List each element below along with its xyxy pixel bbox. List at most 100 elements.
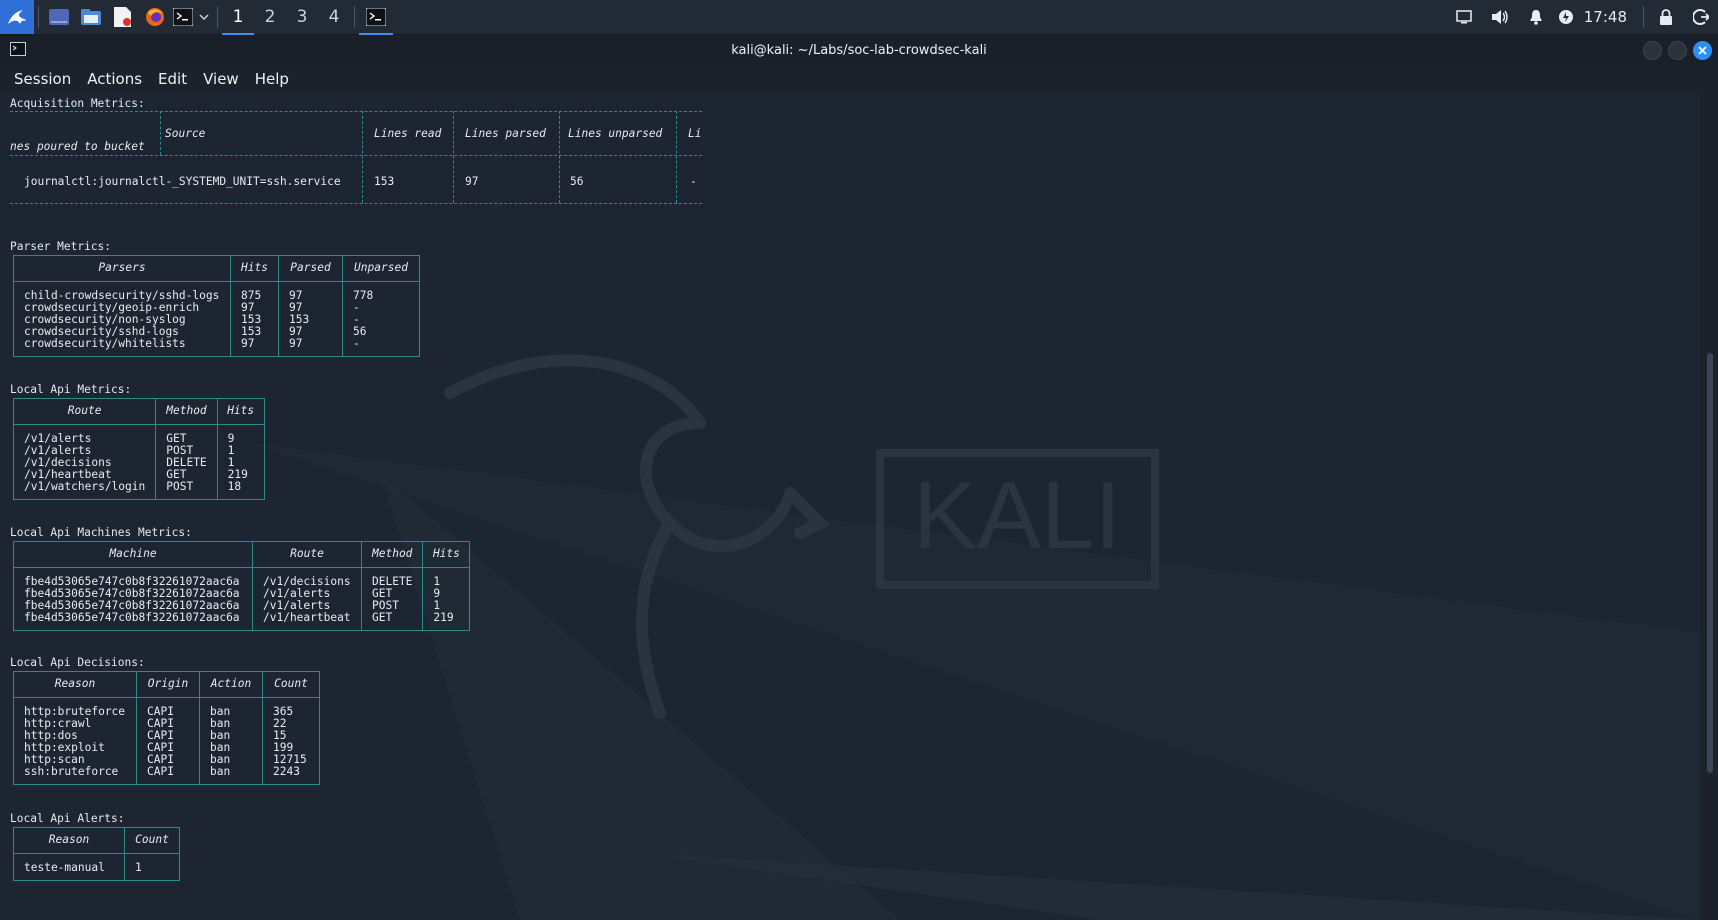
table-cell: CAPI <box>136 766 200 785</box>
table-cell: 219 <box>422 612 471 631</box>
acquisition-source-cell: journalctl:journalctl-_SYSTEMD_UNIT=ssh.… <box>24 175 341 188</box>
machines-heading: Local Api Machines Metrics: <box>10 526 192 539</box>
table-border <box>362 111 363 203</box>
wallpaper: KALI <box>250 354 1700 920</box>
acquisition-header-clipped: Li <box>688 127 702 140</box>
close-icon <box>1698 46 1707 55</box>
table-cell: /v1/watchers/login <box>12 481 157 500</box>
table-cell: 1 <box>124 853 180 881</box>
machines-header-route: Route <box>252 541 362 568</box>
alerts-heading: Local Api Alerts: <box>10 812 125 825</box>
terminal-output[interactable]: KALI Acquisition Metrics: Source Lines r… <box>0 93 1700 920</box>
chevron-down-icon[interactable] <box>195 0 213 34</box>
window-titlebar[interactable]: kali@kali: ~/Labs/soc-lab-crowdsec-kali <box>0 35 1718 65</box>
table-cell: 365 <box>262 697 320 718</box>
workspace-4[interactable]: 4 <box>318 0 350 34</box>
table-cell: 9 <box>422 588 471 600</box>
window-app-icon <box>10 42 26 60</box>
parser-table: Parsers Hits Parsed Unparsed child-crowd… <box>13 255 420 357</box>
parser-header-hits: Hits <box>230 255 279 282</box>
minimize-button[interactable] <box>1643 41 1662 60</box>
acquisition-lines-parsed-cell: 97 <box>465 175 479 188</box>
table-cell: fbe4d53065e747c0b8f32261072aac6a <box>13 567 253 588</box>
table-cell: ban <box>199 718 263 730</box>
menubar: Session Actions Edit View Help <box>0 65 1718 93</box>
alerts-header-reason: Reason <box>13 827 125 854</box>
table-cell: 1 <box>422 567 471 588</box>
acquisition-lines-unparsed-cell: 56 <box>570 175 584 188</box>
taskbar-separator <box>1643 6 1644 28</box>
terminal-window-icon[interactable] <box>359 1 393 35</box>
menu-help[interactable]: Help <box>247 70 297 88</box>
firefox-icon[interactable] <box>139 0 171 34</box>
menu-actions[interactable]: Actions <box>79 70 150 88</box>
acquisition-heading: Acquisition Metrics: <box>10 97 145 110</box>
table-cell: child-crowdsecurity/sshd-logs <box>13 281 231 302</box>
kali-menu-icon[interactable] <box>0 0 34 34</box>
table-cell: 153 <box>230 326 279 338</box>
close-button[interactable] <box>1693 41 1712 60</box>
acquisition-clipped-cell: - <box>690 175 697 188</box>
display-icon[interactable] <box>1446 0 1482 34</box>
terminal-scrollbar[interactable] <box>1700 93 1718 920</box>
machines-header-machine: Machine <box>13 541 253 568</box>
decisions-header-reason: Reason <box>13 671 137 698</box>
table-cell: ban <box>199 754 263 766</box>
taskbar-separator <box>217 6 218 28</box>
kali-logo: KALI <box>876 449 1159 589</box>
power-icon[interactable] <box>1554 0 1578 34</box>
lock-icon[interactable] <box>1648 0 1684 34</box>
table-cell: 778 <box>342 281 420 302</box>
menu-view[interactable]: View <box>195 70 247 88</box>
scrollbar-thumb[interactable] <box>1707 353 1713 773</box>
table-row: fbe4d53065e747c0b8f32261072aac6a/v1/deci… <box>13 567 471 588</box>
parser-header-parsers: Parsers <box>13 255 231 282</box>
workspace-1[interactable]: 1 <box>222 1 254 35</box>
acquisition-lines-read-cell: 153 <box>374 175 395 188</box>
acquisition-header-lines-read: Lines read <box>374 127 442 140</box>
table-cell: - <box>342 338 420 357</box>
taskbar-separator <box>354 6 355 28</box>
alerts-header-count: Count <box>124 827 180 854</box>
table-border <box>559 111 560 203</box>
logout-icon[interactable] <box>1684 0 1718 34</box>
table-cell: http:bruteforce <box>13 697 137 718</box>
table-cell: 875 <box>230 281 279 302</box>
terminal-icon[interactable] <box>171 0 195 34</box>
acquisition-header-lines-parsed: Lines parsed <box>465 127 546 140</box>
desktop-icon[interactable] <box>43 0 75 34</box>
table-cell: ban <box>199 766 263 785</box>
menu-session[interactable]: Session <box>6 70 79 88</box>
table-cell: DELETE <box>360 567 424 588</box>
file-manager-icon[interactable] <box>75 0 107 34</box>
table-cell: 97 <box>278 281 343 302</box>
table-cell: POST <box>155 481 218 500</box>
menu-edit[interactable]: Edit <box>150 70 195 88</box>
decisions-header-origin: Origin <box>136 671 200 698</box>
workspace-2[interactable]: 2 <box>254 0 286 34</box>
table-cell: fbe4d53065e747c0b8f32261072aac6a <box>13 612 253 631</box>
lapi-header-hits: Hits <box>216 398 265 425</box>
table-cell: 2243 <box>262 766 320 785</box>
table-cell: ssh:bruteforce <box>13 766 137 785</box>
machines-header-method: Method <box>360 541 424 568</box>
text-editor-icon[interactable] <box>107 0 139 34</box>
workspace-3[interactable]: 3 <box>286 0 318 34</box>
table-cell: 97 <box>278 338 343 357</box>
maximize-button[interactable] <box>1668 41 1687 60</box>
table-border <box>453 111 454 203</box>
table-cell: CAPI <box>136 697 200 718</box>
bell-icon[interactable] <box>1518 0 1554 34</box>
volume-icon[interactable] <box>1482 0 1518 34</box>
table-cell: 97 <box>230 338 279 357</box>
kali-logo-text: KALI <box>913 462 1121 569</box>
taskbar: 1 2 3 4 17:48 <box>0 0 1718 35</box>
table-cell: /v1/decisions <box>252 567 362 588</box>
table-cell: /v1/heartbeat <box>252 612 362 631</box>
clock[interactable]: 17:48 <box>1584 8 1627 26</box>
table-row: http:bruteforce CAPI ban 365 <box>13 697 320 718</box>
terminal-window: kali@kali: ~/Labs/soc-lab-crowdsec-kali … <box>0 35 1718 920</box>
taskbar-separator <box>38 6 39 28</box>
table-row: ssh:bruteforce CAPI ban 2243 <box>13 766 320 785</box>
table-cell: GET <box>360 612 424 631</box>
